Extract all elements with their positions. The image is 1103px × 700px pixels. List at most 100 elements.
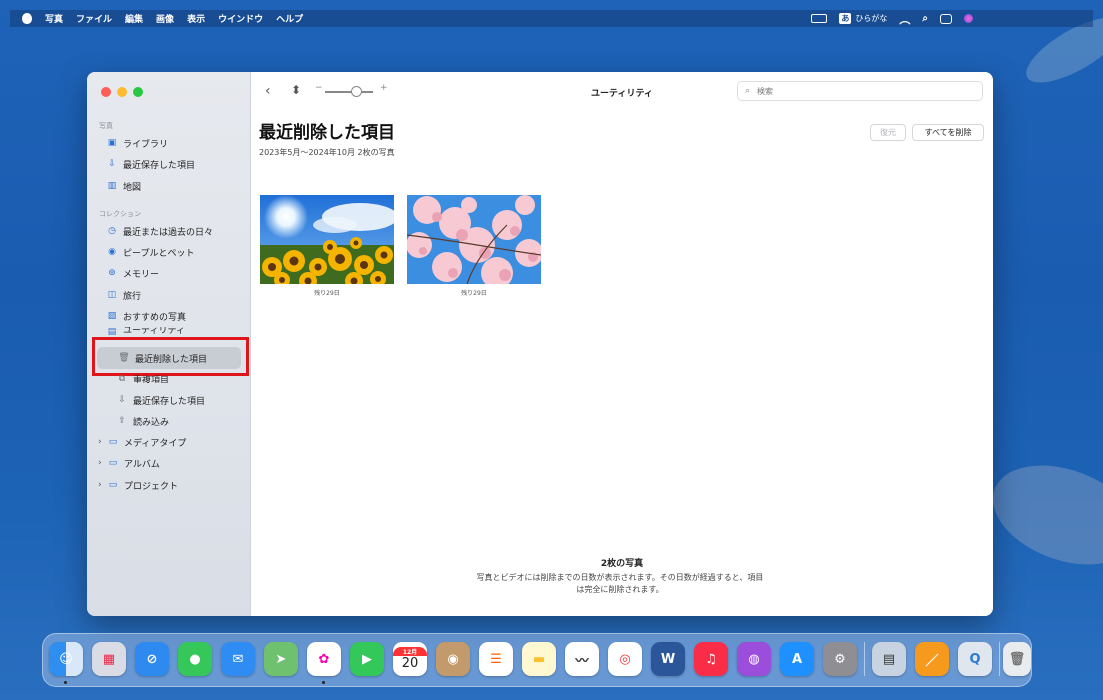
sidebar-item-library[interactable]: ▣ ライブラリ: [107, 134, 168, 152]
calendar-day: 20: [402, 656, 419, 671]
menu-file[interactable]: ファイル: [76, 12, 112, 25]
sidebar-group-albums[interactable]: › ▭ アルバム: [98, 454, 160, 472]
sidebar-group-media-types[interactable]: › ▭ メディアタイプ: [98, 433, 186, 451]
launchpad-icon[interactable]: ▦: [92, 642, 126, 676]
recover-button[interactable]: 復元: [870, 124, 906, 141]
search-icon: ⌕: [745, 86, 750, 96]
app-store-icon[interactable]: A: [780, 642, 814, 676]
page-title: 最近削除した項目: [259, 118, 395, 143]
import-icon: ⇪: [117, 417, 127, 426]
photo-thumbnail-sunflowers[interactable]: [260, 195, 394, 284]
person-circle-icon: ◉: [107, 248, 117, 257]
zoom-slider[interactable]: − +: [315, 85, 385, 97]
sidebar-item-duplicates[interactable]: ⧉ 重複項目: [117, 373, 169, 383]
calendar-month: 12月: [393, 647, 427, 656]
close-button[interactable]: [101, 87, 111, 97]
sidebar-item-memories[interactable]: ⊛ メモリー: [107, 264, 159, 282]
chevron-right-icon[interactable]: ›: [98, 458, 106, 468]
facetime-icon[interactable]: ▶: [350, 642, 384, 676]
chevron-right-icon[interactable]: ›: [98, 437, 106, 447]
trash-icon[interactable]: 🗑: [1003, 642, 1031, 676]
input-method-menu[interactable]: あ ひらがな: [839, 13, 887, 24]
footer-description: 写真とビデオには削除までの日数が表示されます。その日数が経過すると、項目は完全に…: [475, 572, 765, 596]
safari-icon[interactable]: ⊘: [135, 642, 169, 676]
featured-photo-icon: ▨: [107, 312, 117, 321]
system-settings-icon[interactable]: ⚙: [823, 642, 857, 676]
sidebar-item-recently-saved-2[interactable]: ⇩ 最近保存した項目: [117, 391, 205, 409]
photos-icon[interactable]: ✿: [307, 642, 341, 676]
save-tray-icon: ⇩: [117, 396, 127, 405]
sidebar-item-days[interactable]: ◷ 最近または過去の日々: [107, 222, 213, 240]
chrome-icon[interactable]: ◎: [608, 642, 642, 676]
menu-view[interactable]: 表示: [187, 12, 205, 25]
slider-track: [325, 91, 373, 93]
freeform-icon[interactable]: 〰: [565, 642, 599, 676]
search-input[interactable]: [755, 86, 959, 97]
maps-icon[interactable]: ➤: [264, 642, 298, 676]
input-method-label: ひらがな: [855, 13, 887, 24]
slider-knob[interactable]: [351, 86, 362, 97]
calendar-icon[interactable]: 12月 20: [393, 642, 427, 676]
sidebar-item-label: 旅行: [123, 289, 141, 302]
wifi-icon[interactable]: ︵: [899, 11, 910, 27]
sidebar-item-imports[interactable]: ⇪ 読み込み: [117, 412, 169, 430]
sidebar-item-label: ピープルとペット: [123, 246, 194, 259]
folder-icon: ▭: [108, 459, 118, 468]
menu-help[interactable]: ヘルプ: [276, 12, 303, 25]
map-icon: ▥: [107, 182, 117, 191]
back-chevron-icon[interactable]: ‹: [265, 83, 271, 99]
quicktime-icon[interactable]: Q: [958, 642, 992, 676]
photo-thumbnail-cherry-blossoms[interactable]: [407, 195, 541, 284]
sidebar-item-featured[interactable]: ▨ おすすめの写真: [107, 307, 186, 325]
sidebar-item-recently-saved[interactable]: ⇩ 最近保存した項目: [107, 155, 195, 173]
contacts-icon[interactable]: ◉: [436, 642, 470, 676]
sidebar-group-projects[interactable]: › ▭ プロジェクト: [98, 476, 178, 494]
notes-icon[interactable]: ▬: [522, 642, 556, 676]
reminders-icon[interactable]: ☰: [479, 642, 513, 676]
spotlight-search-icon[interactable]: ⌕: [922, 13, 928, 24]
input-method-badge: あ: [839, 13, 851, 24]
minimize-button[interactable]: [117, 87, 127, 97]
page-subtitle: 2023年5月〜2024年10月 2枚の写真: [259, 147, 395, 158]
sidebar-item-label: アルバム: [124, 457, 160, 470]
zoom-in-icon: +: [380, 83, 388, 93]
red-highlight-box: [92, 337, 249, 376]
sidebar-item-label: 最近保存した項目: [123, 158, 195, 171]
search-field[interactable]: ⌕: [737, 81, 983, 101]
music-icon[interactable]: ♫: [694, 642, 728, 676]
aspect-fit-icon[interactable]: ⬍: [291, 83, 301, 97]
zoom-button[interactable]: [133, 87, 143, 97]
menu-image[interactable]: 画像: [156, 12, 174, 25]
podcasts-icon[interactable]: ◍: [737, 642, 771, 676]
apple-icon[interactable]: [22, 13, 32, 24]
sidebar-item-map[interactable]: ▥ 地図: [107, 177, 141, 195]
sidebar-item-label: ユーティリティ: [123, 327, 185, 335]
photo-library-icon: ▣: [107, 139, 117, 148]
sidebar-item-trips[interactable]: ◫ 旅行: [107, 286, 141, 304]
menu-app-photos[interactable]: 写真: [45, 12, 63, 25]
sidebar-item-utility-partial[interactable]: ▤ ユーティリティ: [107, 327, 185, 335]
control-center-icon[interactable]: [940, 14, 952, 24]
menu-edit[interactable]: 編集: [125, 12, 143, 25]
dock: ☺ ▦ ⊘ ● ✉ ➤ ✿ ▶ 12月 20 ◉ ☰ ▬ 〰 ◎ W ♫ ◍ A…: [42, 633, 1032, 687]
chevron-right-icon[interactable]: ›: [98, 480, 106, 490]
running-indicator: [322, 681, 325, 684]
finder-icon[interactable]: ☺: [49, 642, 83, 676]
delete-all-button[interactable]: すべてを削除: [912, 124, 984, 141]
dock-separator: [999, 642, 1000, 676]
toolbar-title: ユーティリティ: [591, 86, 653, 99]
mail-icon[interactable]: ✉: [221, 642, 255, 676]
sidebar-item-people-pets[interactable]: ◉ ピープルとペット: [107, 243, 194, 261]
sidebar-item-label: 最近保存した項目: [133, 394, 205, 407]
messages-icon[interactable]: ●: [178, 642, 212, 676]
sidebar-item-label: 地図: [123, 180, 141, 193]
preview-icon[interactable]: ▤: [872, 642, 906, 676]
pages-icon[interactable]: ／: [915, 642, 949, 676]
battery-icon[interactable]: [811, 14, 827, 23]
sidebar-item-label: 最近または過去の日々: [123, 225, 213, 238]
word-icon[interactable]: W: [651, 642, 685, 676]
menu-bar: 写真 ファイル 編集 画像 表示 ウインドウ ヘルプ あ ひらがな ︵ ⌕: [10, 10, 1093, 27]
siri-icon[interactable]: [964, 14, 973, 23]
menu-window[interactable]: ウインドウ: [218, 12, 263, 25]
duplicates-icon: ⧉: [117, 374, 127, 383]
